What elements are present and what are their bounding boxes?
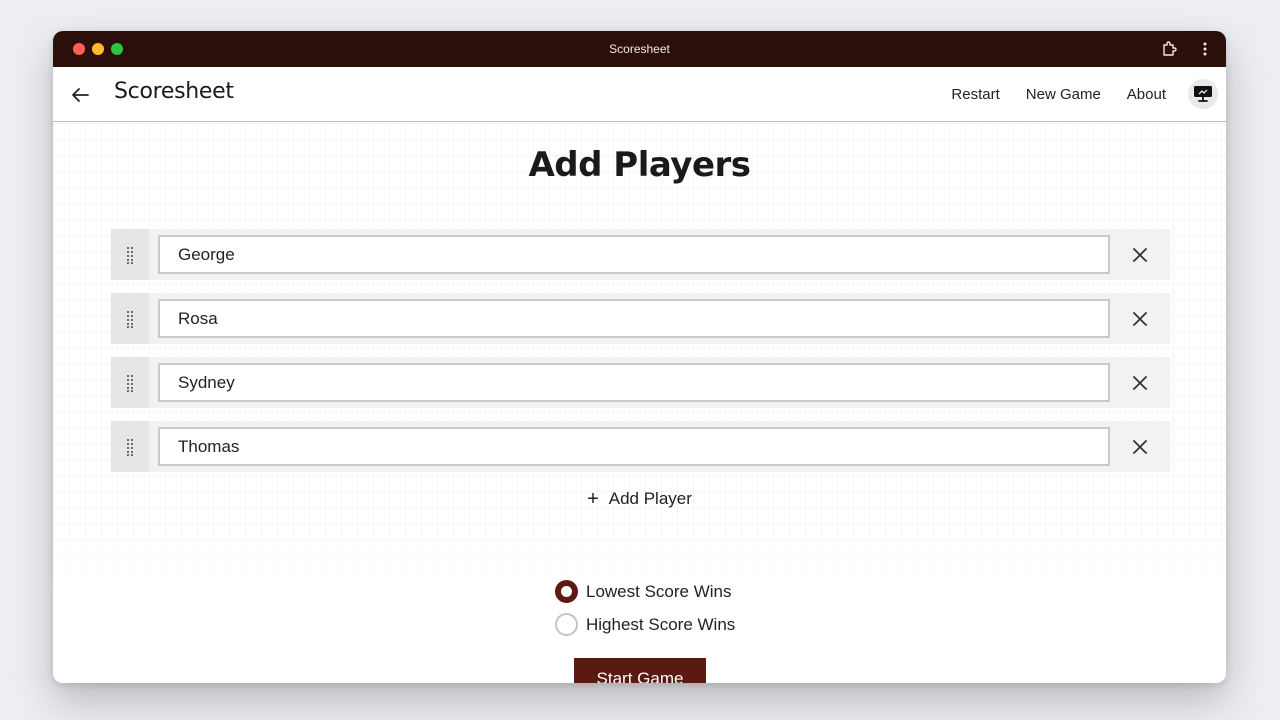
player-row <box>111 357 1170 408</box>
close-icon <box>1133 248 1147 262</box>
remove-player-button[interactable] <box>1127 434 1153 460</box>
drag-handle-icon[interactable] <box>111 293 149 344</box>
drag-handle-icon[interactable] <box>111 229 149 280</box>
maximize-window-button[interactable] <box>111 43 123 55</box>
display-mode-button[interactable] <box>1188 79 1218 109</box>
radio-highest-score-wins[interactable] <box>555 613 578 636</box>
close-icon <box>1133 376 1147 390</box>
window-controls <box>73 43 123 55</box>
nav-new-game[interactable]: New Game <box>1013 86 1114 103</box>
drag-handle-icon[interactable] <box>111 421 149 472</box>
remove-player-button[interactable] <box>1127 242 1153 268</box>
top-nav: Restart New Game About <box>938 77 1218 111</box>
drag-handle-icon[interactable] <box>111 357 149 408</box>
nav-about[interactable]: About <box>1114 86 1179 103</box>
minimize-window-button[interactable] <box>92 43 104 55</box>
monitor-icon <box>1194 86 1212 102</box>
player-row <box>111 293 1170 344</box>
add-player-label: Add Player <box>608 489 692 508</box>
player-name-input[interactable] <box>158 363 1110 402</box>
player-row <box>111 229 1170 280</box>
player-row <box>111 421 1170 472</box>
option-label: Highest Score Wins <box>586 614 736 634</box>
option-highest-score-wins[interactable]: Highest Score Wins <box>555 613 735 636</box>
add-player-button[interactable]: + Add Player <box>53 489 1226 509</box>
back-button[interactable] <box>67 82 93 108</box>
page-title: Add Players <box>528 145 751 185</box>
close-window-button[interactable] <box>73 43 85 55</box>
option-lowest-score-wins[interactable]: Lowest Score Wins <box>555 580 735 603</box>
more-vertical-icon[interactable] <box>1196 40 1214 58</box>
remove-player-button[interactable] <box>1127 306 1153 332</box>
player-list <box>111 229 1170 485</box>
arrow-left-icon <box>72 88 89 102</box>
player-name-input[interactable] <box>158 427 1110 466</box>
player-name-input[interactable] <box>158 235 1110 274</box>
app-title: Scoresheet <box>114 79 234 104</box>
nav-restart[interactable]: Restart <box>938 86 1012 103</box>
close-icon <box>1133 312 1147 326</box>
app-window: Scoresheet Scoresheet Restart New Game A… <box>53 31 1226 683</box>
main-content: Add Players George Rosa Sydney Thomas + … <box>53 123 1226 683</box>
close-icon <box>1133 440 1147 454</box>
window-titlebar: Scoresheet <box>53 31 1226 67</box>
remove-player-button[interactable] <box>1127 370 1153 396</box>
plus-icon: + <box>587 488 599 510</box>
radio-lowest-score-wins[interactable] <box>555 580 578 603</box>
window-title: Scoresheet <box>609 42 670 56</box>
scoring-options: Lowest Score Wins Highest Score Wins <box>555 580 735 646</box>
player-name-input[interactable] <box>158 299 1110 338</box>
start-game-button[interactable]: Start Game <box>574 658 706 683</box>
extensions-icon[interactable] <box>1160 40 1178 58</box>
option-label: Lowest Score Wins <box>586 581 732 601</box>
app-header: Scoresheet Restart New Game About <box>53 67 1226 122</box>
